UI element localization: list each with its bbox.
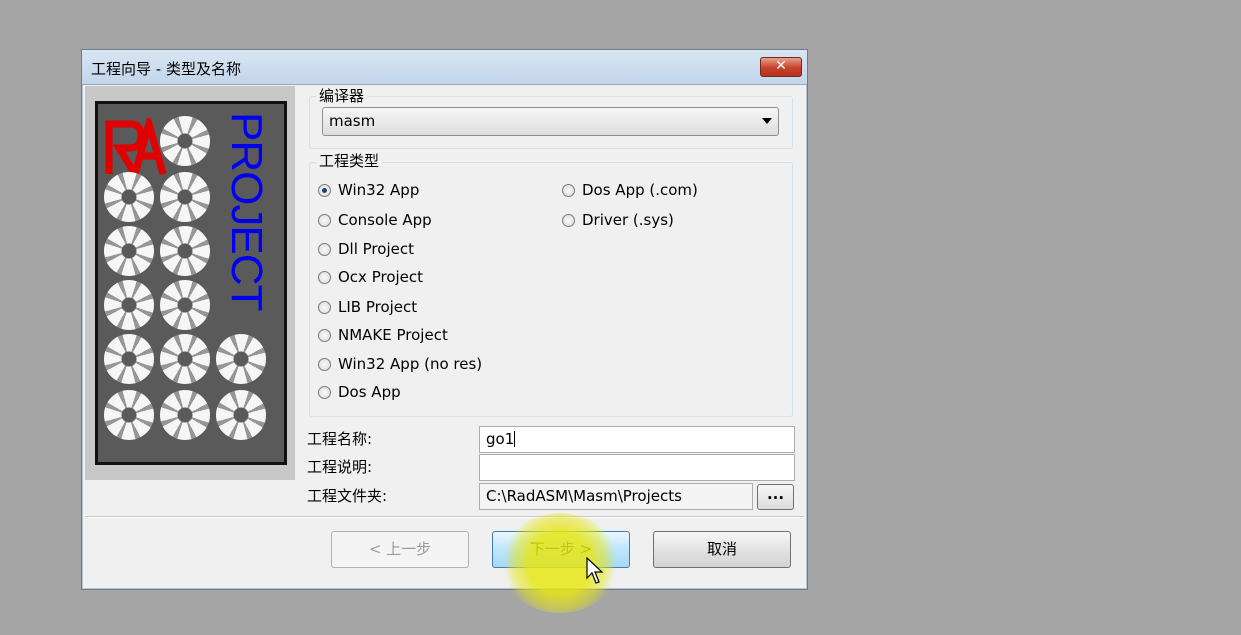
browse-folder-button[interactable]: ... (757, 484, 794, 510)
radio-button[interactable] (318, 328, 331, 342)
radio-button[interactable] (318, 385, 331, 399)
radio-dos-app-com[interactable]: Dos App (.com) (562, 180, 698, 200)
radio-button[interactable] (318, 300, 331, 314)
project-type-group (309, 162, 793, 417)
project-name-label: 工程名称: (307, 430, 373, 448)
swirl-icon (160, 280, 210, 330)
radio-button[interactable] (318, 357, 331, 371)
close-button[interactable]: ✕ (760, 57, 802, 77)
back-button[interactable]: < 上一步 (331, 531, 469, 568)
project-folder-input[interactable]: C:\RadASM\Masm\Projects (479, 483, 753, 510)
project-logo-text: PROJECT (222, 112, 271, 311)
radio-label: Driver (.sys) (582, 211, 674, 229)
compiler-select-value: masm (329, 112, 376, 130)
project-description-input[interactable] (479, 454, 795, 481)
window-title: 工程向导 - 类型及名称 (91, 60, 241, 78)
swirl-icon (216, 390, 266, 440)
radio-label: Ocx Project (338, 268, 424, 286)
text-caret (514, 431, 516, 447)
radio-button[interactable] (318, 242, 331, 256)
swirl-icon (104, 334, 154, 384)
swirl-icon (160, 172, 210, 222)
radio-label: Win32 App (338, 181, 420, 199)
radio-lib-project[interactable]: LIB Project (318, 297, 417, 317)
swirl-icon (104, 226, 154, 276)
radio-win32-app-no-res[interactable]: Win32 App (no res) (318, 354, 482, 374)
cancel-button[interactable]: 取消 (653, 531, 791, 568)
ra-logo-icon (105, 118, 167, 176)
swirl-icon (160, 116, 210, 166)
radio-label: Dll Project (338, 240, 414, 258)
project-name-input[interactable]: go1 (479, 426, 795, 453)
chevron-down-icon[interactable] (762, 118, 772, 124)
swirl-icon (160, 390, 210, 440)
swirl-icon (104, 390, 154, 440)
mouse-cursor-icon (586, 557, 604, 584)
project-name-value: go1 (486, 430, 515, 448)
swirl-icon (160, 226, 210, 276)
project-type-group-label: 工程类型 (316, 150, 383, 171)
divider (85, 516, 804, 518)
radio-console-app[interactable]: Console App (318, 210, 432, 230)
radio-driver-sys[interactable]: Driver (.sys) (562, 210, 674, 230)
swirl-icon (104, 280, 154, 330)
radio-button[interactable] (318, 270, 331, 284)
radio-label: Dos App (338, 383, 401, 401)
radio-button[interactable] (318, 213, 331, 227)
swirl-icon (160, 334, 210, 384)
radio-dll-project[interactable]: Dll Project (318, 239, 414, 259)
radio-button[interactable] (318, 183, 331, 197)
swirl-icon (216, 334, 266, 384)
radio-label: Dos App (.com) (582, 181, 698, 199)
logo-panel: PROJECT (85, 86, 295, 480)
radio-label: NMAKE Project (338, 326, 448, 344)
project-folder-label: 工程文件夹: (307, 487, 388, 505)
radasm-project-logo: PROJECT (95, 101, 287, 465)
project-description-label: 工程说明: (307, 458, 373, 476)
radio-label: Win32 App (no res) (338, 355, 483, 373)
compiler-group-label: 编译器 (316, 85, 368, 106)
next-button[interactable]: 下一步 > (492, 531, 630, 568)
radio-label: LIB Project (338, 298, 418, 316)
radio-label: Console App (338, 211, 432, 229)
radio-dos-app[interactable]: Dos App (318, 382, 401, 402)
radio-button[interactable] (562, 183, 575, 197)
swirl-icon (104, 172, 154, 222)
radio-button[interactable] (562, 213, 575, 227)
compiler-select[interactable]: masm (322, 107, 779, 136)
title-bar[interactable]: 工程向导 - 类型及名称 ✕ (82, 50, 807, 85)
radio-nmake-project[interactable]: NMAKE Project (318, 325, 448, 345)
project-wizard-dialog: 工程向导 - 类型及名称 ✕ PROJECT 编译器 masm 工程类型 Win… (81, 49, 808, 590)
radio-win32-app[interactable]: Win32 App (318, 180, 419, 200)
radio-ocx-project[interactable]: Ocx Project (318, 267, 423, 287)
